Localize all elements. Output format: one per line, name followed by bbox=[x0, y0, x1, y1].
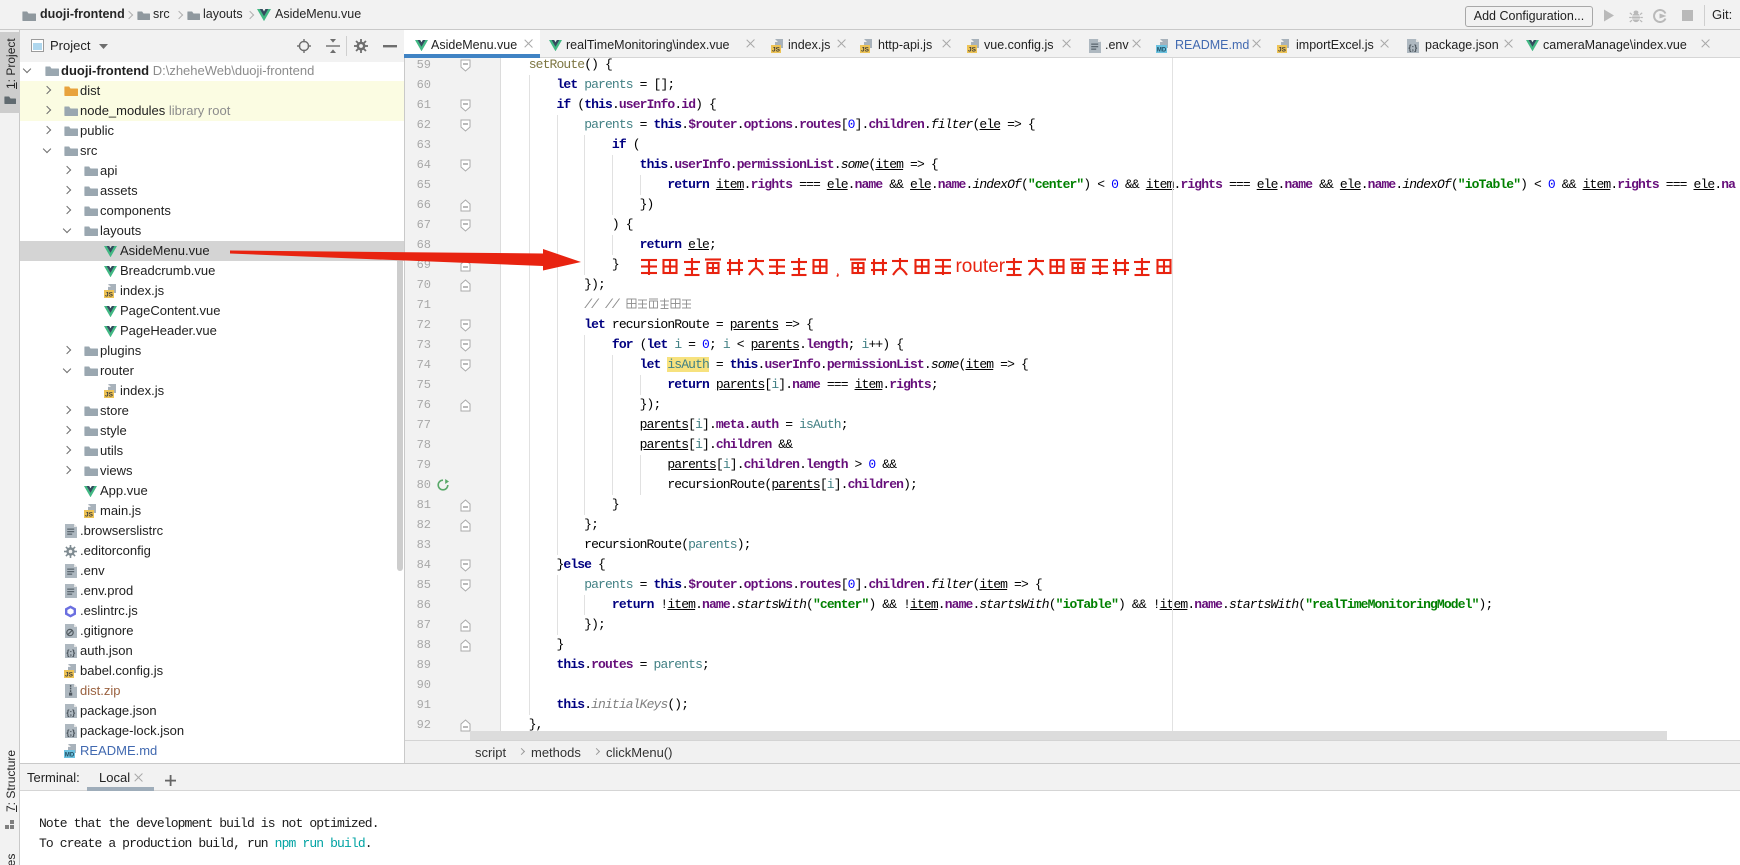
svg-text:{;}: {;} bbox=[66, 729, 75, 738]
svg-text:{;}: {;} bbox=[1408, 44, 1417, 53]
svg-text:JS: JS bbox=[105, 392, 114, 399]
svg-text:MD: MD bbox=[65, 753, 75, 759]
svg-text:{;}: {;} bbox=[66, 709, 75, 718]
svg-text:JS: JS bbox=[772, 47, 781, 54]
svg-text:JS: JS bbox=[85, 512, 94, 519]
svg-text:JS: JS bbox=[65, 672, 74, 679]
svg-text:MD: MD bbox=[1157, 48, 1167, 54]
svg-text:JS: JS bbox=[861, 47, 870, 54]
svg-text:JS: JS bbox=[1278, 47, 1287, 54]
svg-text:JS: JS bbox=[968, 47, 977, 54]
svg-text:{;}: {;} bbox=[66, 649, 75, 658]
svg-text:JS: JS bbox=[105, 292, 114, 299]
